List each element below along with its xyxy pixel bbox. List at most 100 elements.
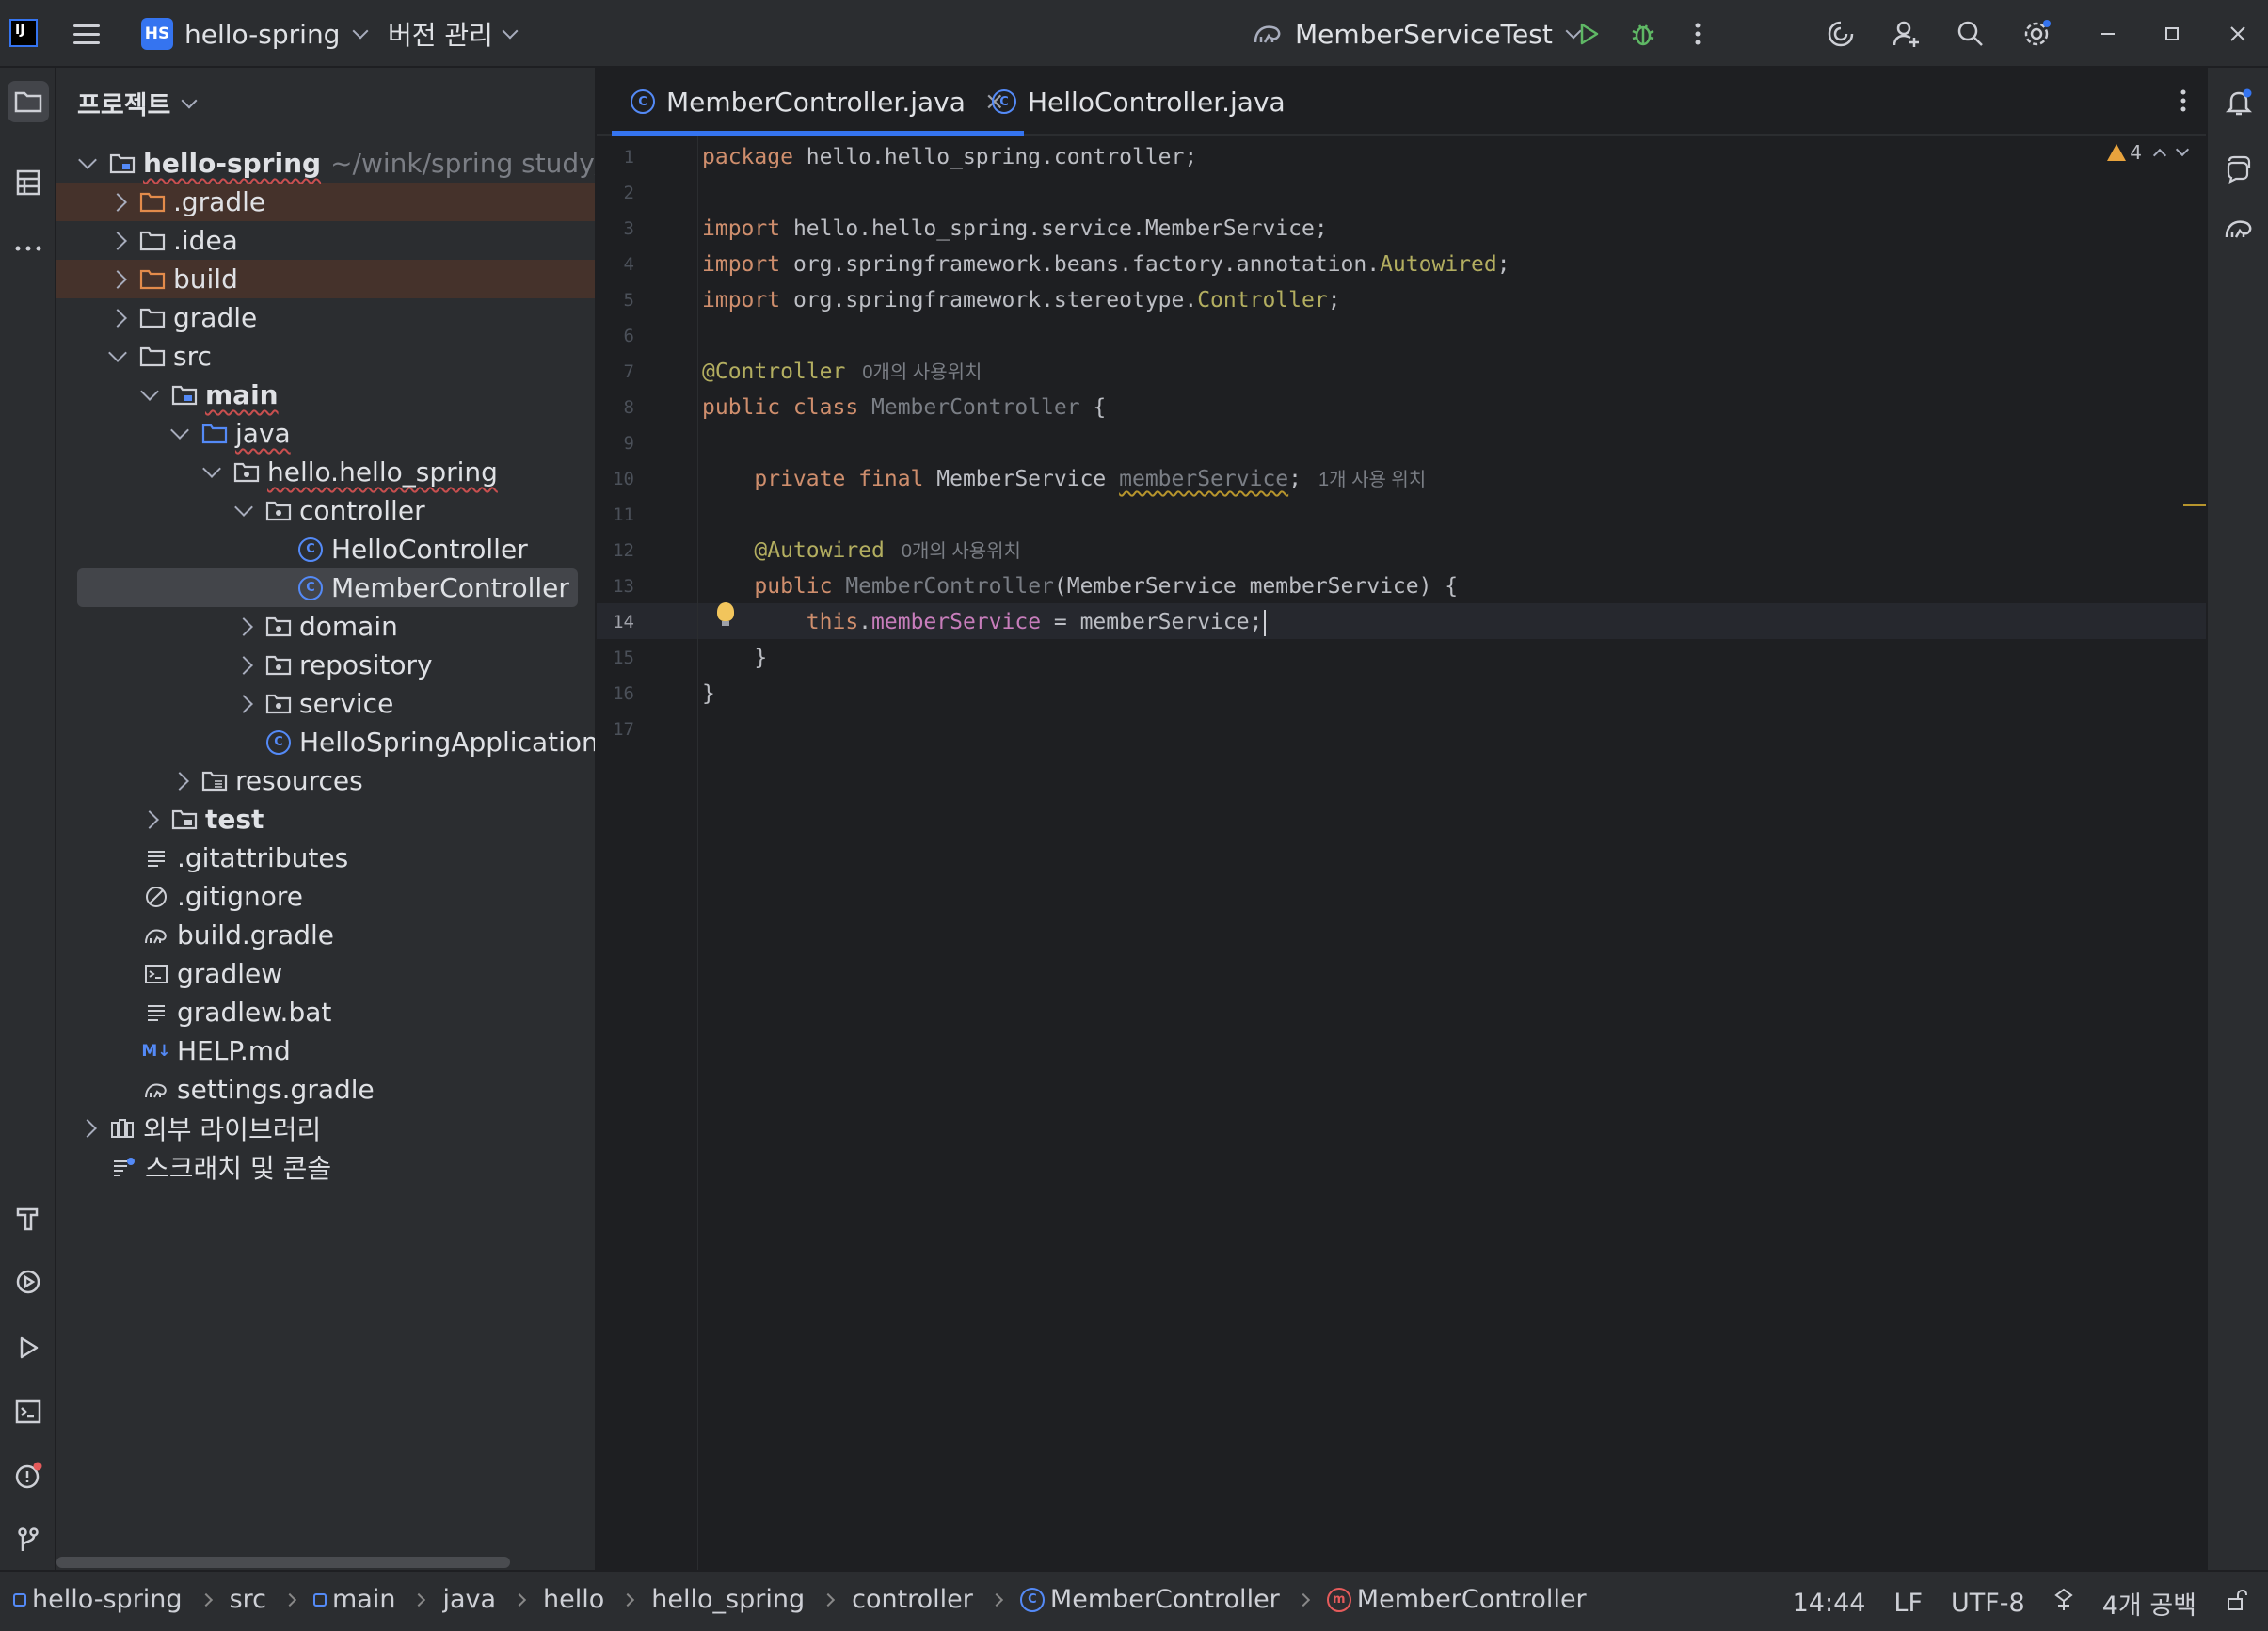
project-panel-header[interactable]: 프로젝트	[77, 85, 198, 121]
tree-item-service[interactable]: service	[56, 684, 595, 723]
run-icon[interactable]	[1572, 17, 1605, 51]
gradle-tool-icon[interactable]	[2219, 209, 2259, 248]
expand-arrow-icon[interactable]	[234, 694, 253, 713]
tree-item-application[interactable]: C HelloSpringApplication	[56, 723, 595, 761]
line-number-gutter[interactable]: 1 2 3 4 5 6 7 8 9 10 11 12 13 14 15 16 1…	[597, 136, 698, 1570]
tree-item-gradle-dir[interactable]: .gradle	[56, 183, 595, 221]
tree-item-gradlew[interactable]: gradlew	[56, 954, 595, 993]
notifications-bell-icon[interactable]	[2219, 83, 2259, 122]
file-encoding[interactable]: UTF-8	[1951, 1589, 2025, 1618]
tree-item-controller[interactable]: controller	[56, 491, 595, 530]
read-only-lock-icon[interactable]	[2225, 1588, 2249, 1619]
indent-setting[interactable]: 4개 공백	[2102, 1585, 2196, 1622]
inspection-widget[interactable]: 4	[2107, 141, 2190, 164]
tree-item-gradlew-bat[interactable]: gradlew.bat	[56, 993, 595, 1031]
tree-item-test[interactable]: test	[56, 800, 595, 839]
tree-item-main[interactable]: main	[56, 376, 595, 414]
tab-hello-controller[interactable]: C HelloController.java	[973, 68, 1304, 136]
tree-item-gradle[interactable]: gradle	[56, 298, 595, 337]
expand-arrow-icon[interactable]	[78, 1118, 97, 1138]
search-icon[interactable]	[1954, 17, 1988, 51]
expand-arrow-icon[interactable]	[108, 192, 127, 212]
structure-icon[interactable]	[8, 162, 49, 203]
git-branch-icon[interactable]	[8, 1519, 49, 1560]
tab-actions-icon[interactable]	[2180, 88, 2187, 113]
main-menu-icon[interactable]	[68, 19, 105, 49]
breadcrumb-item[interactable]: main	[312, 1585, 395, 1614]
warning-stripe-marker[interactable]	[2183, 504, 2206, 506]
expand-arrow-icon[interactable]	[108, 308, 127, 328]
expand-arrow-icon[interactable]	[140, 809, 159, 829]
tree-item-domain[interactable]: domain	[56, 607, 595, 646]
expand-arrow-icon[interactable]	[202, 458, 221, 478]
ai-chat-icon[interactable]	[2219, 149, 2259, 188]
services-icon[interactable]	[8, 1261, 49, 1303]
breadcrumb-item[interactable]: m MemberController	[1326, 1585, 1587, 1614]
expand-arrow-icon[interactable]	[78, 150, 97, 169]
breadcrumb-item[interactable]: java	[442, 1585, 496, 1614]
chevron-down-icon[interactable]	[2175, 142, 2190, 157]
close-window-icon[interactable]	[2221, 17, 2255, 51]
usages-hint[interactable]: 0개의 사용위치	[902, 541, 1021, 562]
tree-item-build-gradle[interactable]: build.gradle	[56, 916, 595, 954]
tree-item-hello-controller[interactable]: C HelloController	[56, 530, 595, 568]
tree-item-member-controller[interactable]: C MemberController	[56, 568, 595, 607]
line-separator[interactable]: LF	[1893, 1589, 1923, 1618]
tree-item-repository[interactable]: repository	[56, 646, 595, 684]
tree-item-root[interactable]: hello-spring ~/wink/spring study/hello-	[56, 144, 595, 183]
expand-arrow-icon[interactable]	[108, 231, 127, 250]
horizontal-scrollbar[interactable]	[56, 1557, 510, 1568]
tree-item-build[interactable]: build	[56, 260, 595, 298]
project-switcher[interactable]: HS hello-spring	[141, 15, 369, 53]
expand-arrow-icon[interactable]	[108, 343, 127, 362]
problems-icon[interactable]	[8, 1455, 49, 1496]
expand-arrow-icon[interactable]	[234, 497, 253, 517]
usages-hint[interactable]: 0개의 사용위치	[862, 362, 982, 383]
ai-assistant-icon[interactable]	[1824, 17, 1858, 51]
debug-icon[interactable]	[1626, 17, 1660, 51]
run-tool-icon[interactable]	[8, 1327, 49, 1368]
tree-item-src[interactable]: src	[56, 337, 595, 376]
intellij-logo-icon[interactable]: IJ	[9, 19, 38, 47]
usages-hint[interactable]: 1개 사용 위치	[1318, 470, 1426, 490]
breadcrumb-item[interactable]: src	[230, 1585, 266, 1614]
caret-position[interactable]: 14:44	[1793, 1589, 1866, 1618]
expand-arrow-icon[interactable]	[108, 269, 127, 289]
tree-item-settings-gradle[interactable]: settings.gradle	[56, 1070, 595, 1109]
tree-item-gitattributes[interactable]: .gitattributes	[56, 839, 595, 877]
build-hammer-icon[interactable]	[8, 1197, 49, 1239]
expand-arrow-icon[interactable]	[234, 616, 253, 636]
breadcrumb-item[interactable]: hello	[543, 1585, 604, 1614]
code-style-icon[interactable]	[2053, 1587, 2074, 1620]
breadcrumb-item[interactable]: hello_spring	[651, 1585, 805, 1614]
minimize-icon[interactable]	[2091, 17, 2125, 51]
expand-arrow-icon[interactable]	[170, 420, 189, 440]
tree-item-idea[interactable]: .idea	[56, 221, 595, 260]
code-editor[interactable]: 1 2 3 4 5 6 7 8 9 10 11 12 13 14 15 16 1…	[597, 136, 2206, 1570]
vcs-menu[interactable]: 버전 관리	[388, 15, 519, 53]
expand-arrow-icon[interactable]	[234, 655, 253, 675]
maximize-icon[interactable]	[2155, 17, 2189, 51]
breadcrumb-item[interactable]: controller	[852, 1585, 973, 1614]
settings-gear-icon[interactable]	[2020, 17, 2053, 51]
tree-item-gitignore[interactable]: .gitignore	[56, 877, 595, 916]
tree-item-scratches[interactable]: 스크래치 및 콘솔	[56, 1147, 595, 1186]
breadcrumb-item[interactable]: hello-spring	[13, 1585, 183, 1614]
tree-item-resources[interactable]: resources	[56, 761, 595, 800]
run-config-selector[interactable]: MemberServiceTest	[1252, 15, 1582, 53]
code-line-13: public MemberController(MemberService me…	[702, 574, 1459, 599]
expand-arrow-icon[interactable]	[170, 771, 189, 791]
project-folder-icon[interactable]	[8, 81, 49, 122]
tree-item-package[interactable]: hello.hello_spring	[56, 453, 595, 491]
more-tools-icon[interactable]	[8, 228, 49, 269]
expand-arrow-icon[interactable]	[140, 381, 159, 401]
more-actions-icon[interactable]	[1681, 17, 1715, 51]
chevron-up-icon[interactable]	[2152, 148, 2167, 163]
add-user-icon[interactable]	[1890, 17, 1924, 51]
terminal-icon[interactable]	[8, 1391, 49, 1432]
tree-item-external-libraries[interactable]: 외부 라이브러리	[56, 1109, 595, 1147]
breadcrumb-item[interactable]: C MemberController	[1019, 1585, 1280, 1614]
tree-item-help-md[interactable]: M↓ HELP.md	[56, 1031, 595, 1070]
tree-item-java[interactable]: java	[56, 414, 595, 453]
tab-member-controller[interactable]: C MemberController.java ×	[612, 68, 1024, 136]
